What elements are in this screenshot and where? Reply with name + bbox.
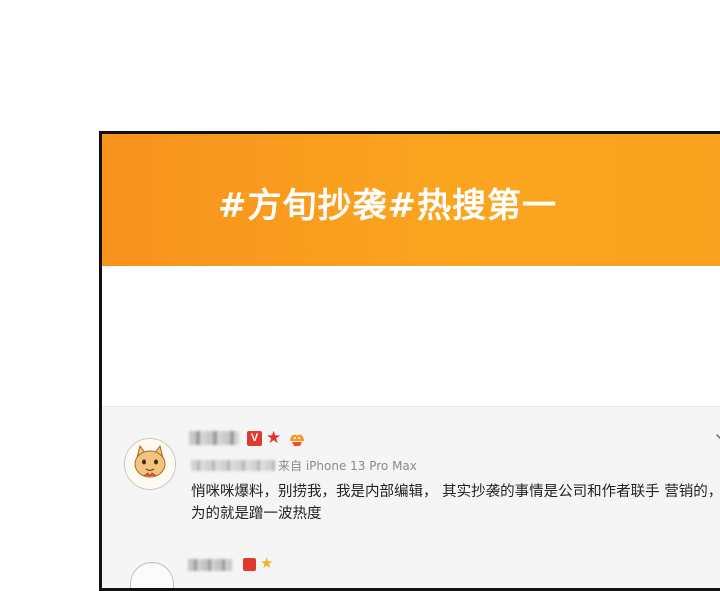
verified-badge: V	[247, 431, 262, 446]
blurred-username	[189, 431, 239, 445]
chevron-down-icon[interactable]	[713, 429, 720, 447]
star-badge-icon: ★	[266, 428, 282, 448]
blurred-post-time	[191, 460, 275, 471]
screenshot-frame: #方旬抄袭#热搜第一 V ★ 来自 iPhone 13 Pro Max 悄咪咪爆…	[99, 131, 720, 591]
fans-badge-icon	[290, 434, 304, 446]
banner-title: #方旬抄袭#热搜第一	[218, 186, 557, 226]
next-comment-verified-badge	[243, 558, 256, 571]
post-source: 来自 iPhone 13 Pro Max	[278, 459, 417, 473]
next-comment-avatar[interactable]	[130, 562, 174, 588]
fox-avatar-icon[interactable]	[124, 438, 176, 490]
topic-banner: #方旬抄袭#热搜第一	[102, 134, 720, 266]
comment-feed: V ★ 来自 iPhone 13 Pro Max 悄咪咪爆料，别捞我，我是内部编…	[102, 406, 720, 588]
next-comment-star-icon: ★	[260, 554, 274, 572]
post-content: 悄咪咪爆料，别捞我，我是内部编辑， 其实抄袭的事情是公司和作者联手 营销的，为的…	[191, 484, 720, 522]
next-comment-username	[188, 559, 232, 571]
